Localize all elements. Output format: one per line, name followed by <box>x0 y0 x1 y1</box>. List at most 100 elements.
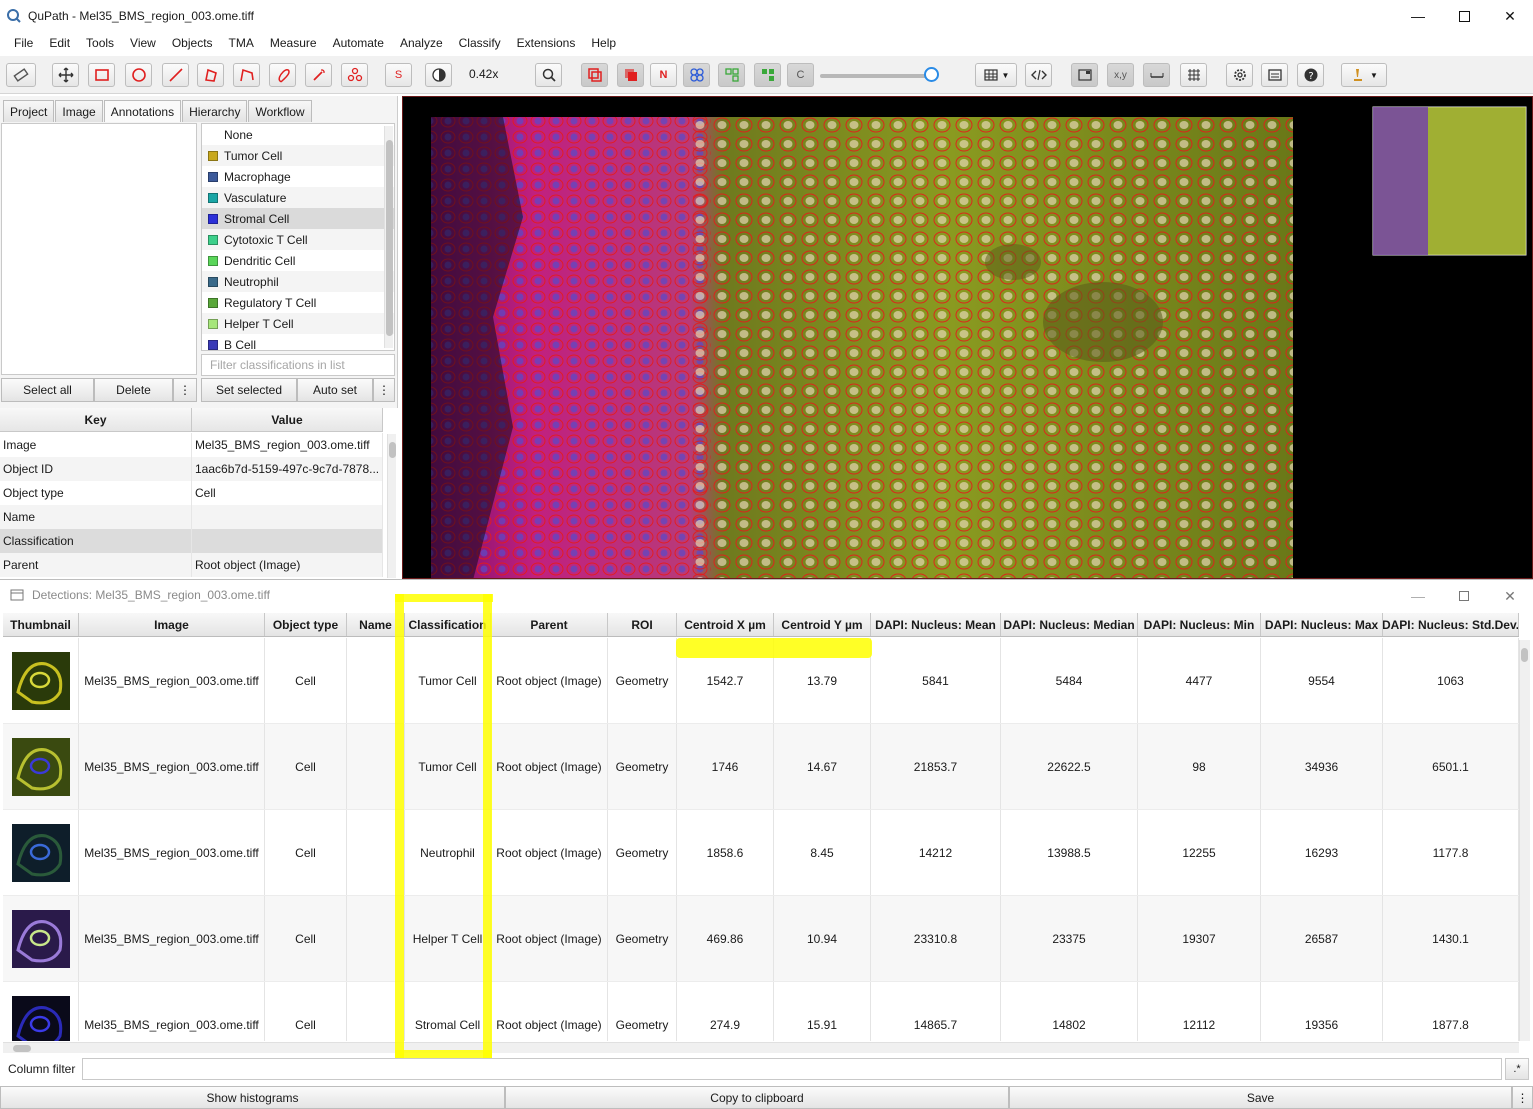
menu-edit[interactable]: Edit <box>41 36 78 50</box>
menu-file[interactable]: File <box>6 36 41 50</box>
show-detections-button[interactable] <box>718 63 745 87</box>
show-names-button[interactable]: N <box>650 63 677 87</box>
wand-tool-button[interactable] <box>305 63 332 87</box>
column-header-nucleus-mean[interactable]: DAPI: Nucleus: Mean <box>871 613 1001 636</box>
tab-project[interactable]: Project <box>3 100 55 122</box>
menu-automate[interactable]: Automate <box>325 36 392 50</box>
class-item-macrophage[interactable]: Macrophage <box>202 166 394 187</box>
show-log-button[interactable] <box>1261 63 1288 87</box>
detections-vscroll-thumb[interactable] <box>1521 648 1528 662</box>
hide-panels-button[interactable] <box>6 63 36 87</box>
fill-annotations-button[interactable] <box>617 63 644 87</box>
script-editor-button[interactable] <box>1025 63 1052 87</box>
ellipse-tool-button[interactable] <box>125 63 152 87</box>
class-item-regulatory-t-cell[interactable]: Regulatory T Cell <box>202 292 394 313</box>
menu-objects[interactable]: Objects <box>164 36 221 50</box>
property-row[interactable]: Object ID 1aac6b7d-5159-497c-9c7d-7878... <box>0 457 383 481</box>
class-item-stromal-cell[interactable]: Stromal Cell <box>202 208 394 229</box>
column-header-nucleus-median[interactable]: DAPI: Nucleus: Median <box>1001 613 1138 636</box>
menu-view[interactable]: View <box>122 36 164 50</box>
key-column-header[interactable]: Key <box>0 408 192 431</box>
show-histograms-button[interactable]: Show histograms <box>0 1086 505 1109</box>
column-header-classification[interactable]: Classification <box>405 613 491 636</box>
rectangle-tool-button[interactable] <box>88 63 115 87</box>
tab-image[interactable]: Image <box>55 100 103 122</box>
class-filter-input[interactable]: Filter classifications in list <box>201 354 395 376</box>
maximize-button[interactable] <box>1441 0 1487 32</box>
fill-detections-button[interactable] <box>754 63 781 87</box>
class-list-scroll-thumb[interactable] <box>386 140 393 336</box>
menu-analyze[interactable]: Analyze <box>392 36 451 50</box>
class-item-helper-t-cell[interactable]: Helper T Cell <box>202 313 394 334</box>
show-location-button[interactable]: x,y <box>1107 63 1134 87</box>
line-tool-button[interactable] <box>162 63 189 87</box>
class-item-neutrophil[interactable]: Neutrophil <box>202 271 394 292</box>
minimize-button[interactable]: — <box>1395 0 1441 32</box>
delete-button[interactable]: Delete <box>94 378 173 402</box>
column-header-centroid-y[interactable]: Centroid Y µm <box>774 613 871 636</box>
selection-mode-button[interactable]: S <box>385 63 412 87</box>
property-row[interactable]: Parent Root object (Image) <box>0 553 383 577</box>
points-tool-button[interactable] <box>341 63 368 87</box>
select-all-button[interactable]: Select all <box>1 378 94 402</box>
column-header-centroid-x[interactable]: Centroid X µm <box>677 613 774 636</box>
tab-hierarchy[interactable]: Hierarchy <box>182 100 248 122</box>
class-item-b-cell[interactable]: B Cell <box>202 334 394 350</box>
show-pixel-grid-button[interactable] <box>1180 63 1207 87</box>
detections-hscroll-thumb[interactable] <box>13 1045 31 1052</box>
polygon-tool-button[interactable] <box>197 63 224 87</box>
brightness-contrast-button[interactable] <box>425 63 452 87</box>
detections-minimize-button[interactable]: — <box>1395 580 1441 612</box>
table-row[interactable]: Mel35_BMS_region_003.ome.tiff Cell Neutrop… <box>3 810 1519 896</box>
class-item-cytotoxic-t-cell[interactable]: Cytotoxic T Cell <box>202 229 394 250</box>
table-row[interactable]: Mel35_BMS_region_003.ome.tiff Cell Helper … <box>3 896 1519 982</box>
annotation-list[interactable] <box>1 123 197 375</box>
show-overview-button[interactable] <box>1071 63 1098 87</box>
menu-tma[interactable]: TMA <box>221 36 262 50</box>
tab-annotations[interactable]: Annotations <box>103 100 182 122</box>
show-annotations-button[interactable] <box>581 63 608 87</box>
column-filter-input[interactable] <box>82 1058 1502 1080</box>
polyline-tool-button[interactable] <box>233 63 260 87</box>
column-header-nucleus-stddev[interactable]: DAPI: Nucleus: Std.Dev. <box>1383 613 1519 636</box>
regex-toggle-button[interactable]: .* <box>1505 1058 1529 1080</box>
show-connections-button[interactable]: C <box>787 63 814 87</box>
column-header-parent[interactable]: Parent <box>491 613 608 636</box>
property-row[interactable]: Object type Cell <box>0 481 383 505</box>
move-tool-button[interactable] <box>52 63 79 87</box>
menu-tools[interactable]: Tools <box>78 36 122 50</box>
brush-tool-button[interactable] <box>269 63 296 87</box>
tissue-image[interactable] <box>403 97 1533 579</box>
class-item-none[interactable]: None <box>202 124 394 145</box>
extensions-menu-button[interactable]: ▼ <box>1341 63 1387 87</box>
show-tma-grid-button[interactable] <box>683 63 710 87</box>
show-scalebar-button[interactable] <box>1143 63 1170 87</box>
class-item-dendritic-cell[interactable]: Dendritic Cell <box>202 250 394 271</box>
column-header-thumbnail[interactable]: Thumbnail <box>3 613 79 636</box>
class-item-tumor-cell[interactable]: Tumor Cell <box>202 145 394 166</box>
detections-close-button[interactable]: ✕ <box>1487 580 1533 612</box>
column-header-object-type[interactable]: Object type <box>265 613 347 636</box>
detections-maximize-button[interactable] <box>1441 580 1487 612</box>
classification-list[interactable]: None Tumor Cell Macrophage Vasculature Strom… <box>201 123 395 351</box>
menu-extensions[interactable]: Extensions <box>509 36 584 50</box>
property-row[interactable]: Name <box>0 505 383 529</box>
tab-workflow[interactable]: Workflow <box>248 100 312 122</box>
class-list-scrollbar[interactable] <box>384 126 393 348</box>
properties-scrollbar[interactable] <box>387 434 396 578</box>
set-selected-button[interactable]: Set selected <box>201 378 297 402</box>
properties-scroll-thumb[interactable] <box>389 442 396 458</box>
grid-options-button[interactable]: ▼ <box>975 63 1017 87</box>
detections-vertical-scrollbar[interactable] <box>1519 640 1530 1041</box>
copy-to-clipboard-button[interactable]: Copy to clipboard <box>505 1086 1009 1109</box>
detections-horizontal-scrollbar[interactable] <box>3 1042 1519 1053</box>
annotation-options-button[interactable]: ⋮ <box>173 378 197 402</box>
close-button[interactable]: ✕ <box>1487 0 1533 32</box>
detections-options-button[interactable]: ⋮ <box>1512 1086 1533 1109</box>
menu-measure[interactable]: Measure <box>262 36 325 50</box>
preferences-button[interactable] <box>1226 63 1253 87</box>
image-viewer[interactable] <box>402 96 1533 579</box>
value-column-header[interactable]: Value <box>192 408 383 431</box>
class-options-button[interactable]: ⋮ <box>373 378 395 402</box>
menu-classify[interactable]: Classify <box>451 36 509 50</box>
